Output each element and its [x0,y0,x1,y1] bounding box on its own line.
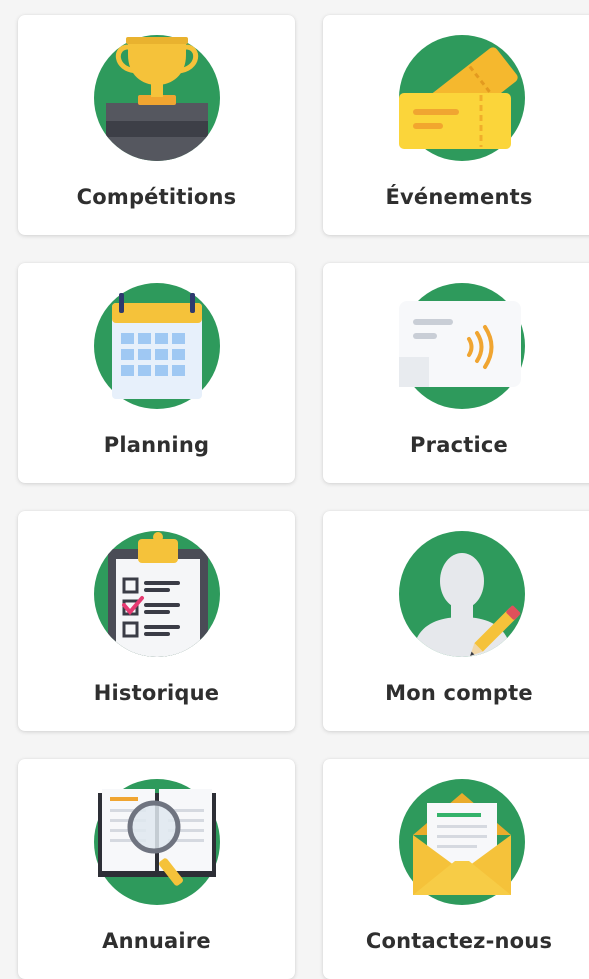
tile-label: Mon compte [385,681,533,705]
tile-label: Compétitions [76,185,237,209]
trophy-icon [94,35,220,161]
tile-label: Historique [93,681,220,705]
tile-competitions[interactable]: Compétitions [18,15,295,235]
contactless-card-icon [399,283,525,409]
tile-planning[interactable]: Planning [18,263,295,483]
tile-annuaire[interactable]: Annuaire [18,759,295,979]
calendar-icon [94,283,220,409]
envelope-icon [399,779,525,905]
tile-evenements[interactable]: Événements [323,15,589,235]
tile-label: Événements [385,185,533,209]
tile-label: Planning [103,433,210,457]
directory-book-icon [94,779,220,905]
tile-label: Contactez-nous [365,929,553,953]
tickets-icon [399,35,525,161]
checklist-clipboard-icon [94,531,220,657]
user-edit-icon [399,531,525,657]
tile-mon-compte[interactable]: Mon compte [323,511,589,731]
tile-practice[interactable]: Practice [323,263,589,483]
tile-label: Annuaire [102,929,211,953]
tile-contactez-nous[interactable]: Contactez-nous [323,759,589,979]
tile-label: Practice [410,433,508,457]
tile-historique[interactable]: Historique [18,511,295,731]
